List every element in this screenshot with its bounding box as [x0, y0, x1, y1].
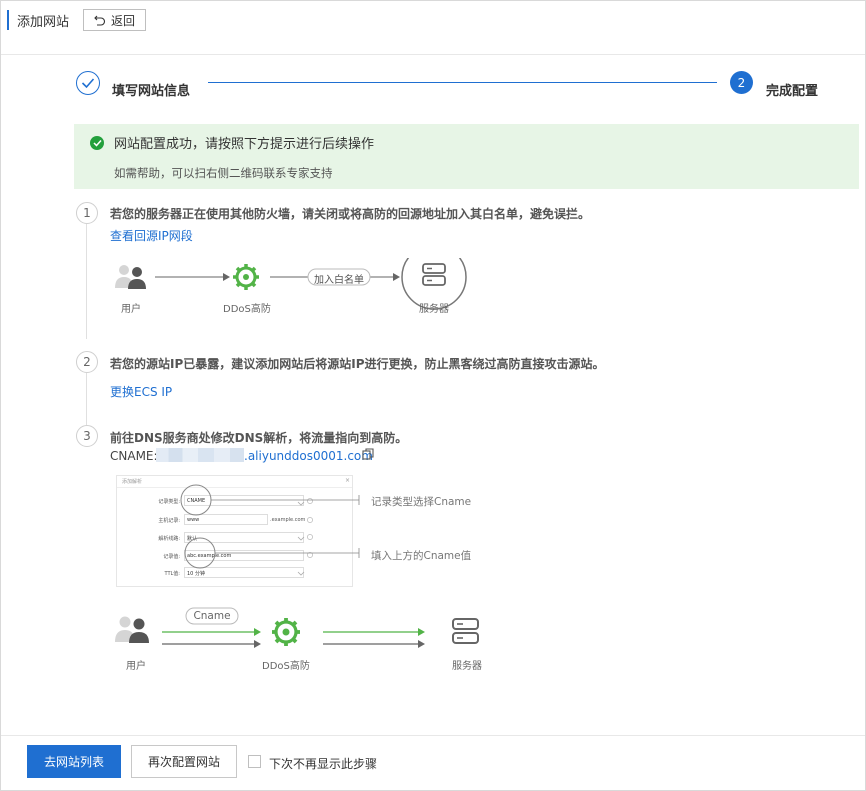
user-group-icon — [115, 616, 149, 643]
check-icon — [81, 78, 95, 89]
instruction-number: 1 — [76, 202, 98, 224]
back-button-label: 返回 — [110, 13, 135, 28]
cname-redacted-value — [156, 448, 244, 462]
step-2-indicator: 2 — [730, 71, 753, 94]
callout-record-type: 记录类型选择Cname — [371, 496, 472, 508]
diagram-user-label: 用户 — [126, 661, 146, 672]
success-check-icon — [90, 136, 104, 150]
go-to-site-list-button[interactable]: 去网站列表 — [27, 745, 121, 778]
dont-show-again-checkbox[interactable] — [248, 755, 261, 768]
banner-subtitle: 如需帮助，可以扫右侧二维码联系专家支持 — [114, 166, 333, 180]
banner-title: 网站配置成功，请按照下方提示进行后续操作 — [114, 137, 375, 152]
step-connector-line — [86, 373, 87, 425]
cname-pill-label: Cname — [193, 610, 231, 622]
instruction-number: 3 — [76, 425, 98, 447]
callout-cname-value: 填入上方的Cname值 — [371, 550, 472, 562]
diagram-server-label: 服务器 — [452, 661, 482, 672]
dns-form-overlay — [180, 484, 360, 576]
instruction-2-text: 若您的源站IP已暴露，建议添加网站后将源站IP进行更换，防止黑客绕过高防直接攻击… — [110, 357, 605, 371]
instruction-number: 2 — [76, 351, 98, 373]
ddos-gear-icon — [233, 264, 259, 290]
header-divider — [1, 54, 865, 55]
cname-domain: .aliyunddos0001.com — [244, 449, 373, 463]
dont-show-again-label[interactable]: 下次不再显示此步骤 — [269, 755, 377, 772]
cname-flow-diagram — [115, 607, 479, 648]
view-backsource-ip-link[interactable]: 查看回源IP网段 — [110, 227, 193, 244]
step-connector — [208, 82, 717, 83]
change-ecs-ip-link[interactable]: 更换ECS IP — [110, 383, 172, 400]
ddos-gear-icon — [272, 618, 300, 646]
step-2-label: 完成配置 — [766, 84, 819, 99]
page-title: 添加网站 — [17, 15, 70, 30]
instruction-3-text: 前往DNS服务商处修改DNS解析，将流量指向到高防。 — [110, 431, 408, 445]
diagram-user-label: 用户 — [121, 304, 141, 315]
header-accent-bar — [7, 10, 9, 30]
step-1-done-indicator — [76, 71, 100, 95]
server-icon — [452, 618, 479, 644]
footer-divider — [1, 735, 865, 736]
reconfigure-site-button[interactable]: 再次配置网站 — [131, 745, 237, 778]
whitelist-pill-label: 加入白名单 — [314, 275, 364, 286]
diagram-ddos-label: DDoS高防 — [262, 661, 310, 672]
copy-icon[interactable] — [362, 448, 374, 460]
diagram-server-label: 服务器 — [419, 304, 449, 315]
undo-icon — [94, 15, 106, 26]
diagram-ddos-label: DDoS高防 — [223, 304, 271, 315]
user-group-icon — [115, 265, 146, 289]
instruction-1-text: 若您的服务器正在使用其他防火墙，请关闭或将高防的回源地址加入其白名单，避免误拦。 — [110, 207, 591, 221]
back-button[interactable]: 返回 — [83, 9, 146, 31]
step-1-label: 填写网站信息 — [112, 84, 191, 99]
cname-prefix: CNAME: — [110, 449, 158, 463]
step-connector-line — [86, 224, 87, 339]
